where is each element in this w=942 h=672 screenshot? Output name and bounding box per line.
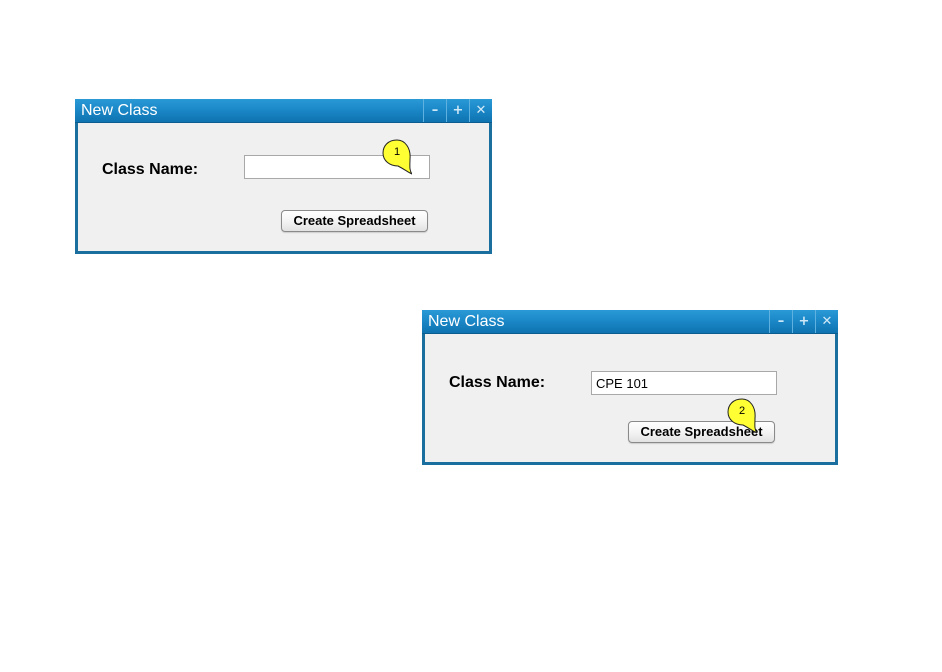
maximize-icon[interactable]: + — [446, 99, 469, 122]
window-title: New Class — [428, 313, 505, 330]
title-bar[interactable]: New Class – + ✕ — [422, 310, 838, 334]
page: New Class – + ✕ Class Name: Create Sprea… — [0, 0, 942, 672]
window-controls: – + ✕ — [423, 99, 492, 122]
create-spreadsheet-button[interactable]: Create Spreadsheet — [281, 210, 428, 232]
minimize-icon[interactable]: – — [769, 310, 792, 333]
new-class-window-1: New Class – + ✕ Class Name: Create Sprea… — [75, 99, 492, 254]
close-icon[interactable]: ✕ — [469, 99, 492, 122]
close-icon[interactable]: ✕ — [815, 310, 838, 333]
class-name-input[interactable] — [591, 371, 777, 395]
title-bar[interactable]: New Class – + ✕ — [75, 99, 492, 123]
callout-number: 2 — [738, 405, 746, 417]
window-title: New Class — [81, 102, 158, 119]
maximize-icon[interactable]: + — [792, 310, 815, 333]
minimize-icon[interactable]: – — [423, 99, 446, 122]
class-name-label: Class Name: — [449, 374, 546, 391]
callout-marker-1: 1 — [382, 139, 412, 175]
callout-marker-2: 2 — [727, 398, 757, 434]
callout-number: 1 — [393, 146, 401, 158]
window-controls: – + ✕ — [769, 310, 838, 333]
new-class-window-2: New Class – + ✕ Class Name: Create Sprea… — [422, 310, 838, 465]
class-name-label: Class Name: — [102, 161, 199, 178]
